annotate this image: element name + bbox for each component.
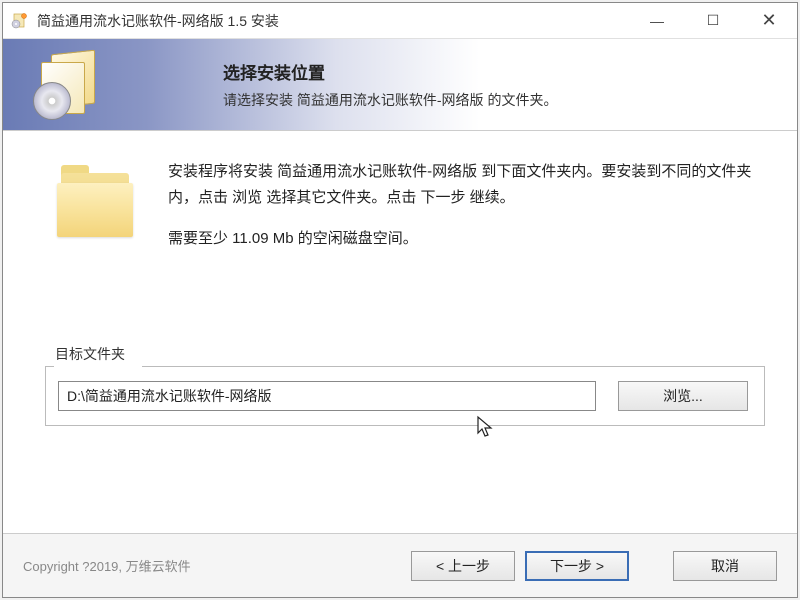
space-required-text: 需要至少 11.09 Mb 的空闲磁盘空间。 [168,226,757,252]
installer-box-icon [33,50,103,120]
window-controls: — ☐ ✕ [629,3,797,38]
footer: Copyright ?2019, 万维云软件 < 上一步 下一步 > 取消 [3,533,797,597]
browse-button[interactable]: 浏览... [618,381,748,411]
installer-window: 简益通用流水记账软件-网络版 1.5 安装 — ☐ ✕ 选择安装位置 请选择安装… [2,2,798,598]
header-subtitle: 请选择安装 简益通用流水记账软件-网络版 的文件夹。 [223,90,777,110]
app-icon [11,12,29,30]
next-button[interactable]: 下一步 > [525,551,629,581]
target-folder-label: 目标文件夹 [55,344,757,364]
titlebar: 简益通用流水记账软件-网络版 1.5 安装 — ☐ ✕ [3,3,797,39]
maximize-button[interactable]: ☐ [685,3,741,38]
cursor-icon [476,415,496,439]
install-description: 安装程序将安装 简益通用流水记账软件-网络版 到下面文件夹内。要安装到不同的文件… [168,159,757,210]
copyright-text: Copyright ?2019, 万维云软件 [23,556,411,575]
description-text: 安装程序将安装 简益通用流水记账软件-网络版 到下面文件夹内。要安装到不同的文件… [168,159,757,268]
install-path-input[interactable] [58,381,596,411]
minimize-button[interactable]: — [629,3,685,38]
target-folder-section: 目标文件夹 浏览... [53,344,757,426]
close-button[interactable]: ✕ [741,3,797,38]
header-banner: 选择安装位置 请选择安装 简益通用流水记账软件-网络版 的文件夹。 [3,39,797,131]
header-title: 选择安装位置 [223,59,777,84]
content-area: 安装程序将安装 简益通用流水记账软件-网络版 到下面文件夹内。要安装到不同的文件… [3,131,797,533]
window-title: 简益通用流水记账软件-网络版 1.5 安装 [37,11,629,31]
cancel-button[interactable]: 取消 [673,551,777,581]
folder-icon [53,163,143,253]
back-button[interactable]: < 上一步 [411,551,515,581]
